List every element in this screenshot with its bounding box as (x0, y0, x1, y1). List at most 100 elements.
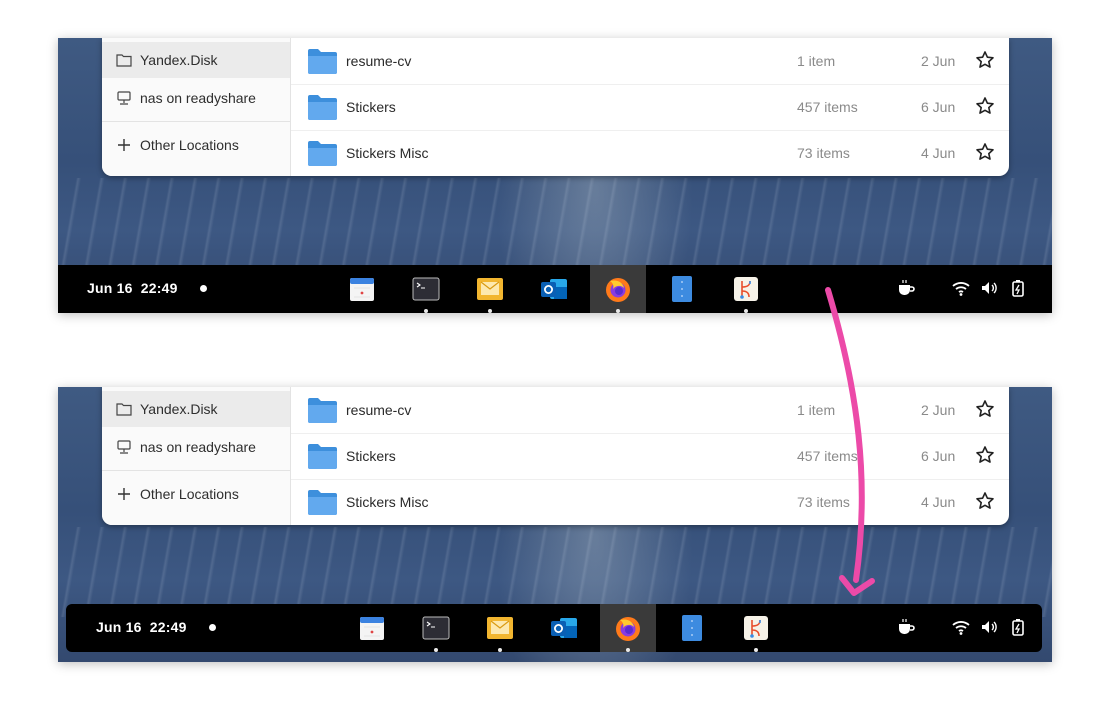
coffee-icon[interactable] (896, 278, 916, 298)
sidebar-item-yandex-disk[interactable]: Yandex.Disk (102, 391, 290, 427)
sidebar-item-nas[interactable]: nas on readyshare (102, 80, 290, 116)
file-count: 73 items (797, 145, 850, 161)
mail-icon (477, 278, 503, 300)
file-date: 4 Jun (921, 145, 956, 161)
file-manager-window: Yandex.Disk nas on readyshare Other Loca… (102, 38, 1009, 176)
running-indicator (626, 648, 630, 652)
wifi-icon[interactable] (951, 617, 971, 637)
star-icon[interactable] (975, 96, 995, 116)
battery-icon[interactable] (1008, 278, 1028, 298)
wifi-icon[interactable] (951, 278, 971, 298)
sidebar-item-label: nas on readyshare (140, 439, 256, 455)
sidebar-item-nas[interactable]: nas on readyshare (102, 429, 290, 465)
screenshot-before: Yandex.Disk nas on readyshare Other Loca… (58, 38, 1052, 313)
star-icon[interactable] (975, 491, 995, 511)
file-row[interactable]: resume-cv 1 item 2 Jun (291, 387, 1009, 434)
dock-app-terminal[interactable] (398, 265, 454, 313)
file-date: 6 Jun (921, 99, 956, 115)
dock-app-outlook[interactable] (536, 604, 592, 652)
file-date: 2 Jun (921, 402, 956, 418)
sidebar-item-label: Yandex.Disk (140, 401, 218, 417)
file-count: 73 items (797, 494, 850, 510)
file-date: 4 Jun (921, 494, 956, 510)
dock-app-terminal[interactable] (408, 604, 464, 652)
screenshot-after: Yandex.Disk nas on readyshare Other Loca… (58, 387, 1052, 662)
sidebar-divider (102, 470, 290, 471)
file-count: 457 items (797, 448, 858, 464)
dock-app-text-editor[interactable] (654, 265, 710, 313)
firefox-icon (606, 278, 630, 302)
running-indicator (488, 309, 492, 313)
clock[interactable]: Jun 16 22:49 (96, 619, 187, 635)
file-count: 457 items (797, 99, 858, 115)
star-icon[interactable] (975, 50, 995, 70)
calendar-icon (360, 617, 384, 640)
sidebar-item-label: Yandex.Disk (140, 52, 218, 68)
star-icon[interactable] (975, 142, 995, 162)
volume-icon[interactable] (979, 617, 999, 637)
notification-dot (200, 285, 207, 292)
dock-app-git-client[interactable] (718, 265, 774, 313)
folder-icon (308, 95, 337, 120)
folder-icon (116, 401, 132, 417)
folder-icon (308, 490, 337, 515)
clock-date: Jun 16 (96, 619, 142, 635)
sidebar-divider (102, 121, 290, 122)
network-drive-icon (116, 439, 132, 455)
running-indicator (744, 309, 748, 313)
file-name: Stickers Misc (346, 145, 429, 161)
running-indicator (754, 648, 758, 652)
mail-icon (487, 617, 513, 639)
running-indicator (498, 648, 502, 652)
star-icon[interactable] (975, 399, 995, 419)
wallpaper (58, 178, 1052, 268)
battery-icon[interactable] (1008, 617, 1028, 637)
dock-app-firefox[interactable] (600, 604, 656, 652)
plus-icon (116, 486, 132, 502)
sidebar-item-label: Other Locations (140, 137, 239, 153)
clock-time: 22:49 (149, 619, 187, 635)
dock-app-calendar[interactable] (344, 604, 400, 652)
running-indicator (424, 309, 428, 313)
file-name: Stickers (346, 99, 396, 115)
firefox-icon (616, 617, 640, 641)
dock-app-mail[interactable] (462, 265, 518, 313)
dock-app-text-editor[interactable] (664, 604, 720, 652)
dock-app-outlook[interactable] (526, 265, 582, 313)
folder-icon (308, 49, 337, 74)
dock-app-mail[interactable] (472, 604, 528, 652)
file-row[interactable]: Stickers Misc 73 items 4 Jun (291, 130, 1009, 176)
network-drive-icon (116, 90, 132, 106)
file-row[interactable]: Stickers Misc 73 items 4 Jun (291, 479, 1009, 525)
dock-app-firefox[interactable] (590, 265, 646, 313)
terminal-icon (412, 277, 440, 301)
dock-app-git-client[interactable] (728, 604, 784, 652)
file-name: Stickers Misc (346, 494, 429, 510)
clock[interactable]: Jun 16 22:49 (87, 280, 178, 296)
file-row[interactable]: resume-cv 1 item 2 Jun (291, 38, 1009, 85)
file-date: 6 Jun (921, 448, 956, 464)
sidebar-item-yandex-disk[interactable]: Yandex.Disk (102, 42, 290, 78)
star-icon[interactable] (975, 445, 995, 465)
running-indicator (616, 309, 620, 313)
folder-icon (308, 398, 337, 423)
volume-icon[interactable] (979, 278, 999, 298)
coffee-icon[interactable] (896, 617, 916, 637)
outlook-icon (551, 618, 577, 638)
sidebar-item-other-locations[interactable]: Other Locations (102, 127, 290, 163)
sidebar-item-label: Other Locations (140, 486, 239, 502)
sidebar: Yandex.Disk nas on readyshare Other Loca… (102, 38, 291, 176)
file-row[interactable]: Stickers 457 items 6 Jun (291, 84, 1009, 131)
file-count: 1 item (797, 402, 836, 418)
file-row[interactable]: Stickers 457 items 6 Jun (291, 433, 1009, 480)
file-name: Stickers (346, 448, 396, 464)
floating-panel: Jun 16 22:49 (66, 604, 1042, 652)
file-manager-window: Yandex.Disk nas on readyshare Other Loca… (102, 387, 1009, 525)
folder-icon (116, 52, 132, 68)
dock-app-calendar[interactable] (334, 265, 390, 313)
sidebar-item-other-locations[interactable]: Other Locations (102, 476, 290, 512)
file-name: resume-cv (346, 402, 412, 418)
clock-time: 22:49 (140, 280, 178, 296)
notification-dot (209, 624, 216, 631)
text-editor-icon (672, 276, 692, 302)
